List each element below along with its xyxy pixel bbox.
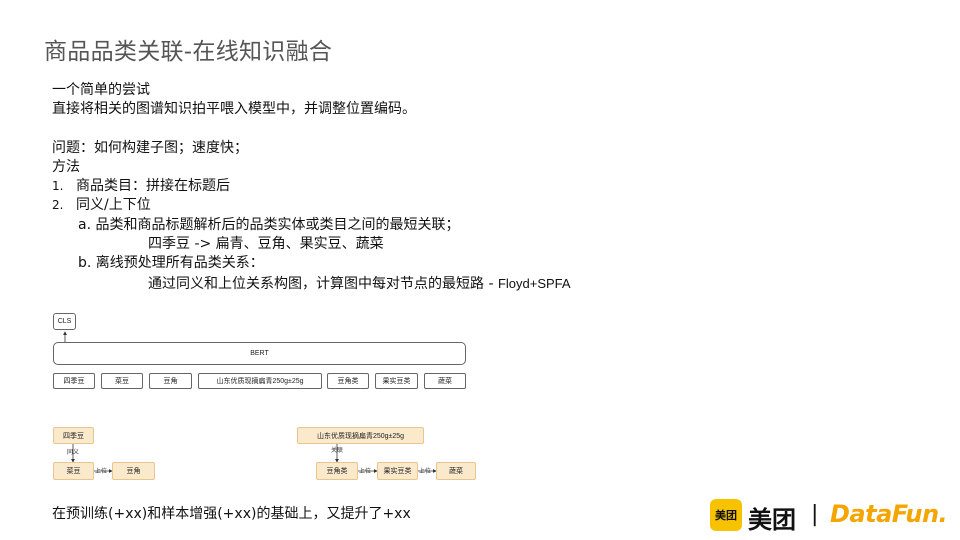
graph-node: 果实豆类 bbox=[377, 462, 418, 480]
edge-label: 关联 bbox=[331, 448, 344, 454]
graph-node: 蔬菜 bbox=[436, 462, 476, 480]
graph-node: 豆角 bbox=[112, 462, 155, 480]
meituan-logo-icon: 美团 bbox=[710, 499, 742, 531]
edge-label: 上位 bbox=[419, 469, 432, 475]
token-box: 豆角 bbox=[149, 373, 192, 389]
token-box: 豆角类 bbox=[327, 373, 369, 389]
datafun-logo: DataFun. bbox=[830, 500, 948, 528]
edge-label: 上位 bbox=[359, 469, 372, 475]
meituan-wordmark: 美团 bbox=[748, 506, 796, 534]
cls-box: CLS bbox=[53, 313, 76, 330]
edge-label: 上位 bbox=[95, 469, 108, 475]
graph-node: 菜豆 bbox=[53, 462, 94, 480]
graph-node: 山东优质现摘扁青250g±25g bbox=[297, 427, 424, 444]
token-box: 四季豆 bbox=[53, 373, 95, 389]
logo-separator: | bbox=[811, 502, 819, 527]
graph-node: 四季豆 bbox=[53, 427, 94, 444]
diagram-connectors bbox=[63, 331, 437, 473]
token-box: 山东优质现摘扁青250g±25g bbox=[198, 373, 322, 389]
edge-label: 同义 bbox=[67, 450, 80, 456]
bert-box: BERT bbox=[53, 342, 466, 365]
token-box: 蔬菜 bbox=[424, 373, 466, 389]
graph-node: 豆角类 bbox=[316, 462, 358, 480]
token-box: 果实豆类 bbox=[375, 373, 418, 389]
token-box: 菜豆 bbox=[101, 373, 143, 389]
footer-text: 在预训练(+xx)和样本增强(+xx)的基础上，又提升了+xx bbox=[52, 506, 411, 522]
